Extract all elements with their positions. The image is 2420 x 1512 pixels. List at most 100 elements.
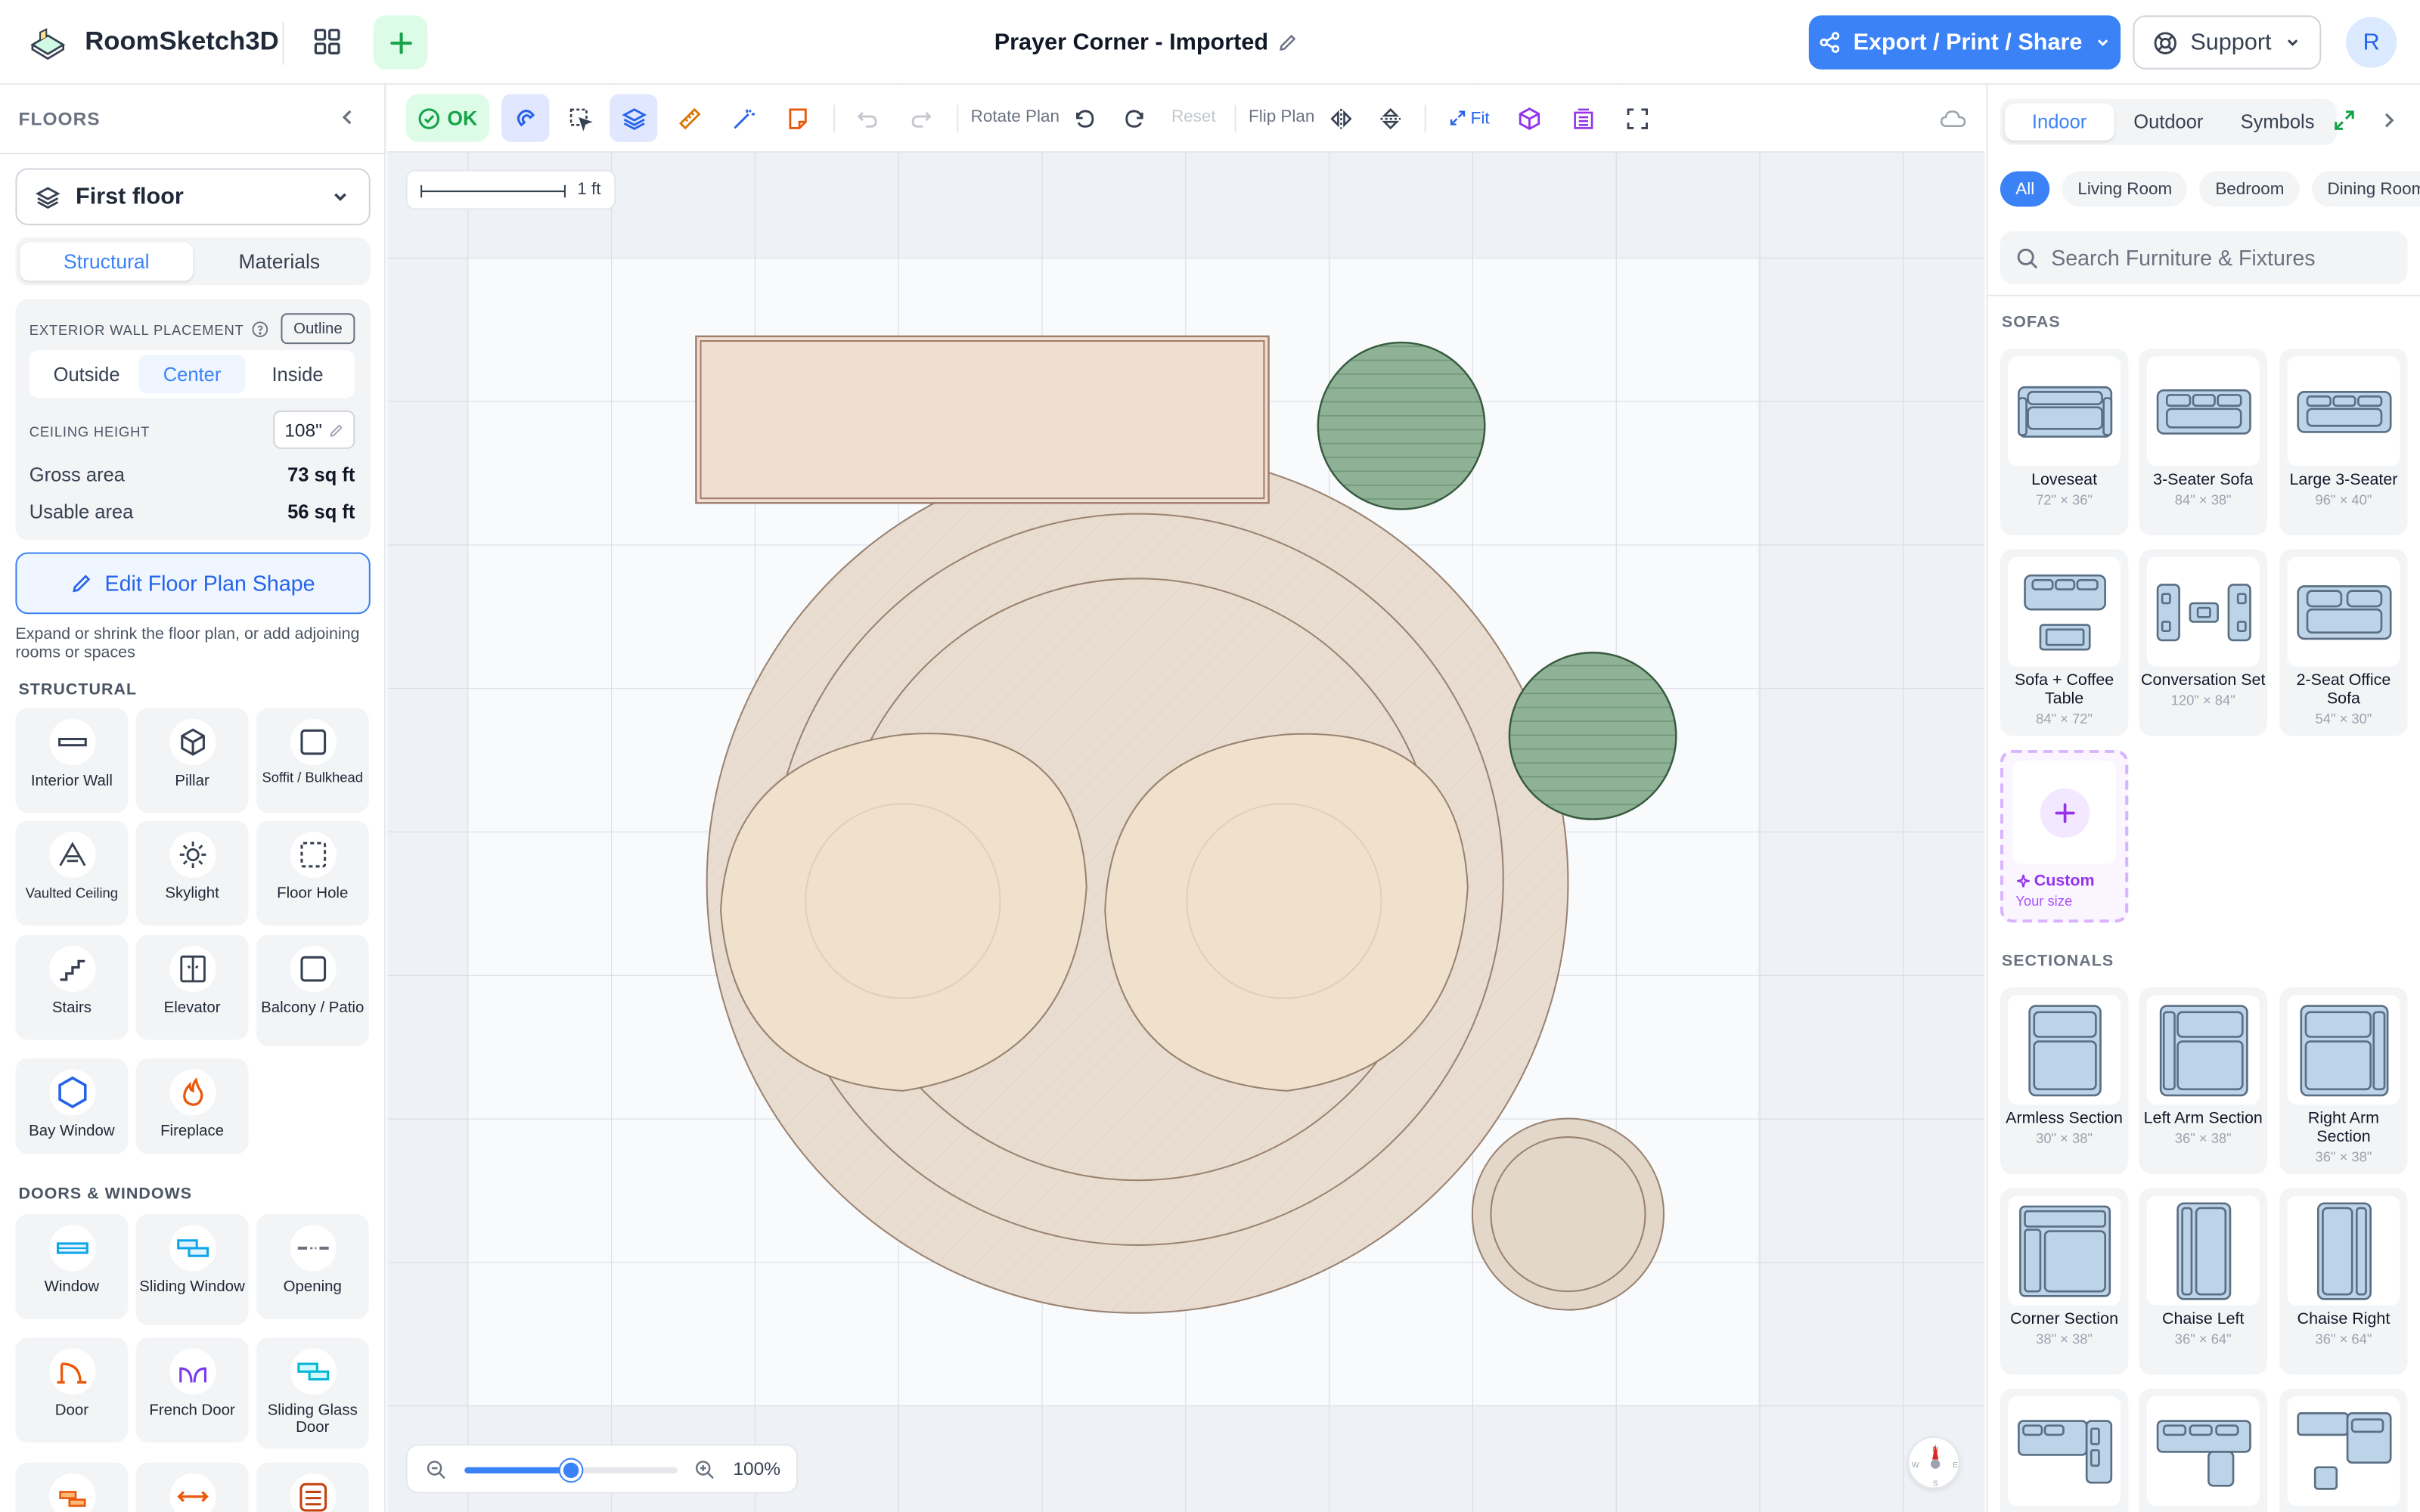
furniture-card-2-seat-office-sofa[interactable]: 2-Seat Office Sofa 54" × 30" — [2279, 549, 2408, 736]
plant-right[interactable] — [1508, 652, 1677, 820]
furniture-card-chaise-left[interactable]: Chaise Left 36" × 64" — [2139, 1188, 2267, 1375]
chip-living-room[interactable]: Living Room — [2062, 171, 2188, 207]
tile-partial[interactable] — [256, 1462, 369, 1512]
furniture-card-large-3-seater[interactable]: Large 3-Seater 96" × 40" — [2279, 349, 2408, 536]
tab-materials[interactable]: Materials — [193, 242, 366, 280]
card-name: 2-Seat Office Sofa — [2296, 671, 2391, 708]
furniture-card-loveseat[interactable]: Loveseat 72" × 36" — [2000, 349, 2129, 536]
validation-status[interactable]: OK — [405, 94, 489, 142]
placement-outside[interactable]: Outside — [34, 355, 139, 393]
tile-interior-wall[interactable]: Interior Wall — [15, 708, 129, 813]
placement-center[interactable]: Center — [139, 355, 245, 394]
measure-button[interactable] — [666, 94, 713, 141]
tile-partial[interactable] — [135, 1462, 249, 1512]
3d-view-button[interactable] — [1505, 94, 1553, 141]
reset-rotation-button[interactable]: Reset — [1171, 108, 1216, 126]
tile-skylight[interactable]: Skylight — [135, 820, 249, 926]
placement-inside[interactable]: Inside — [245, 355, 350, 393]
furniture-card-left-arm-section[interactable]: Left Arm Section 36" × 38" — [2139, 987, 2267, 1175]
flip-horizontal-button[interactable] — [1317, 94, 1364, 141]
tile-bay-window[interactable]: Bay Window — [15, 1058, 129, 1154]
furniture-search[interactable]: Search Furniture & Fixtures — [2000, 231, 2408, 284]
compass-rose[interactable]: N W E S — [1907, 1436, 1960, 1489]
plant-top[interactable] — [1317, 341, 1486, 510]
tile-opening[interactable]: Opening — [256, 1214, 369, 1319]
app-root: RoomSketch3D Prayer Corner - Imported Ex… — [0, 0, 2420, 1512]
furniture-card-partial[interactable] — [2279, 1388, 2408, 1512]
tile-sliding-window[interactable]: Sliding Window — [135, 1214, 249, 1326]
tile-label: Balcony / Patio — [261, 999, 365, 1017]
tab-symbols[interactable]: Symbols — [2223, 104, 2332, 141]
flip-vertical-button[interactable] — [1366, 94, 1413, 141]
zoom-out-icon[interactable] — [426, 1460, 446, 1480]
card-dim: 54" × 30" — [2315, 711, 2372, 727]
tile-window[interactable]: Window — [15, 1214, 129, 1319]
tile-door[interactable]: Door — [15, 1337, 129, 1443]
tab-structural[interactable]: Structural — [20, 242, 194, 281]
furniture-card-armless-section[interactable]: Armless Section 30" × 38" — [2000, 987, 2129, 1175]
support-button[interactable]: Support — [2133, 15, 2322, 70]
rotate-right-button[interactable] — [1109, 94, 1157, 141]
tile-pillar[interactable]: Pillar — [135, 708, 249, 813]
help-icon[interactable] — [252, 321, 268, 337]
furniture-card-corner-section[interactable]: Corner Section 38" × 38" — [2000, 1188, 2129, 1375]
select-area-button[interactable] — [556, 94, 603, 141]
building-view-button[interactable] — [1559, 94, 1606, 141]
sparkle-icon — [2017, 874, 2030, 888]
chevron-right-icon[interactable] — [2378, 110, 2400, 132]
tab-indoor[interactable]: Indoor — [2004, 103, 2114, 141]
tile-vaulted-ceiling[interactable]: Vaulted Ceiling — [15, 820, 129, 926]
redo-button[interactable] — [897, 94, 945, 141]
tile-soffit-bulkhead[interactable]: Soffit / Bulkhead — [256, 708, 369, 813]
layers-icon — [621, 107, 647, 130]
rotate-left-button[interactable] — [1060, 94, 1108, 141]
expand-panel-icon[interactable] — [2334, 110, 2356, 132]
floor-plan-svg[interactable] — [387, 85, 1985, 1512]
custom-size-card[interactable]: Custom Your size — [2000, 749, 2129, 923]
chip-bedroom[interactable]: Bedroom — [2199, 171, 2300, 207]
document-title[interactable]: Prayer Corner - Imported — [994, 29, 1268, 56]
furniture-card-conversation-set[interactable]: Conversation Set 120" × 84" — [2139, 549, 2267, 736]
zoom-in-icon[interactable] — [694, 1460, 715, 1480]
tile-sliding-glass-door[interactable]: Sliding Glass Door — [256, 1337, 369, 1449]
zoom-slider-thumb[interactable] — [560, 1459, 582, 1482]
collapse-sidebar-icon[interactable] — [337, 107, 358, 129]
cloud-sync-button[interactable] — [1929, 94, 1977, 141]
export-print-share-button[interactable]: Export / Print / Share — [1808, 15, 2121, 70]
ceiling-height-field[interactable]: 108" — [273, 410, 355, 449]
note-button[interactable] — [773, 94, 821, 141]
zoom-slider[interactable] — [464, 1459, 678, 1482]
furniture-card-partial[interactable] — [2000, 1388, 2129, 1512]
tile-fireplace[interactable]: Fireplace — [135, 1058, 249, 1154]
tile-partial[interactable] — [15, 1462, 129, 1512]
furniture-card-chaise-right[interactable]: Chaise Right 36" × 64" — [2279, 1188, 2408, 1375]
furniture-card-partial[interactable] — [2139, 1388, 2267, 1512]
user-avatar[interactable]: R — [2346, 17, 2397, 68]
edit-floor-plan-shape-button[interactable]: Edit Floor Plan Shape — [15, 552, 371, 615]
tile-french-door[interactable]: French Door — [135, 1337, 249, 1443]
floor-plan-canvas[interactable] — [387, 85, 1985, 1512]
tile-elevator[interactable]: Elevator — [135, 934, 249, 1040]
layers-button[interactable] — [610, 94, 658, 142]
tile-floor-hole[interactable]: Floor Hole — [256, 820, 369, 926]
tab-outdoor[interactable]: Outdoor — [2114, 104, 2223, 141]
furniture-card-right-arm-section[interactable]: Right Arm Section 36" × 38" — [2279, 987, 2408, 1175]
magic-wand-button[interactable] — [719, 94, 767, 141]
furniture-card-sofa-coffee-table[interactable]: Sofa + Coffee Table 84" × 72" — [2000, 549, 2129, 736]
fit-button[interactable]: Fit — [1440, 94, 1499, 141]
magnet-snap-button[interactable] — [501, 94, 550, 142]
fullscreen-button[interactable] — [1613, 94, 1661, 141]
furniture-card-3-seater-sofa[interactable]: 3-Seater Sofa 84" × 38" — [2139, 349, 2267, 536]
chip-dining-room[interactable]: Dining Room — [2312, 171, 2420, 207]
pencil-icon[interactable] — [1277, 33, 1298, 53]
tile-balcony-patio[interactable]: Balcony / Patio — [256, 934, 369, 1046]
divider — [1424, 104, 1426, 133]
floor-selector[interactable]: First floor — [15, 168, 371, 225]
round-side-table[interactable] — [1471, 1117, 1665, 1311]
low-table[interactable] — [695, 335, 1270, 504]
chip-all[interactable]: All — [2000, 171, 2050, 207]
outline-toggle[interactable]: Outline — [281, 313, 355, 345]
card-name: Corner Section — [2010, 1309, 2119, 1329]
tile-stairs[interactable]: Stairs — [15, 934, 129, 1040]
undo-button[interactable] — [842, 94, 890, 141]
